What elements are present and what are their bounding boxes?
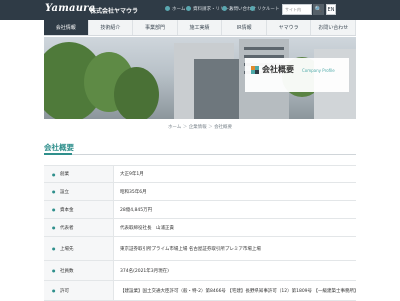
row-label: 許可 <box>60 288 69 294</box>
search-input[interactable]: サイト内 <box>282 4 312 15</box>
nav-item-contact[interactable]: お問い合わせ <box>311 20 357 35</box>
row-value: 東京証券取引所プライム市場上場 名古屋証券取引所プレミア市場上場 <box>120 246 261 252</box>
row-label: 設立 <box>60 189 69 195</box>
main-nav: 会社情報 技術紹介 事業部門 施工実績 IR情報 ヤマウラ お問い合わせ <box>44 20 357 36</box>
hero-title: 会社概要 <box>262 65 294 74</box>
breadcrumb-company-info[interactable]: 企業情報 <box>189 125 207 130</box>
title-divider-accent <box>44 153 72 155</box>
document-icon <box>186 6 191 11</box>
bullet-icon: ● <box>52 171 56 177</box>
top-link-recruit[interactable]: リクルート <box>250 6 279 12</box>
table-row: ● 上場先 東京証券取引所プライム市場上場 名古屋証券取引所プレミア市場上場 <box>44 237 356 261</box>
home-icon <box>165 6 170 11</box>
row-value: 【建設業】国土交通大臣許可（般・特-2）第8466号 【宅建】長野県知事許可（1… <box>120 288 356 294</box>
breadcrumb-home[interactable]: ホーム <box>168 125 181 130</box>
nav-item-technology[interactable]: 技術紹介 <box>89 20 134 35</box>
company-mark-icon <box>251 66 259 74</box>
bullet-icon: ● <box>52 268 56 273</box>
page-title: 会社概要 <box>44 143 74 152</box>
table-row: ● 創業 大正9年1月 <box>44 166 356 183</box>
row-label: 上場先 <box>60 246 74 252</box>
breadcrumb-current: 会社概要 <box>214 125 233 130</box>
mail-icon <box>222 6 227 11</box>
bullet-icon: ● <box>52 288 56 293</box>
company-logo[interactable]: Yamaura <box>45 3 95 16</box>
company-profile-table: ● 創業 大正9年1月 ● 設立 昭和35年6月 ● 資本金 28億4,845万円 ●… <box>44 165 356 301</box>
nav-item-ir[interactable]: IR情報 <box>222 20 267 35</box>
bullet-icon: ● <box>52 225 56 230</box>
nav-item-works[interactable]: 施工実績 <box>178 20 223 35</box>
top-link-home[interactable]: ホーム <box>165 6 185 12</box>
nav-item-yamaura[interactable]: ヤマウラ <box>267 20 312 35</box>
language-button[interactable]: EN <box>326 4 336 15</box>
title-divider <box>44 154 356 155</box>
row-value: 代表取締役社長 山浦正貴 <box>120 225 174 231</box>
breadcrumb-separator: ＞ <box>208 125 213 130</box>
row-label: 創業 <box>60 172 69 177</box>
bullet-icon: ● <box>52 246 56 251</box>
nav-item-company-info[interactable]: 会社情報 <box>44 20 89 35</box>
row-value: 374名(2021年3月現在) <box>120 268 169 274</box>
person-icon <box>250 6 255 11</box>
table-row: ● 社員数 374名(2021年3月現在) <box>44 261 356 281</box>
bullet-icon: ● <box>52 207 56 212</box>
top-bar: Yamaura 株式会社ヤマウラ ホーム 資料請求・リリース お問い合わせ リク… <box>0 0 400 20</box>
breadcrumb-separator: ＞ <box>182 125 188 130</box>
breadcrumb: ホーム ＞ 企業情報 ＞ 会社概要 <box>0 124 400 130</box>
row-label: 資本金 <box>60 207 74 213</box>
hero-subtitle: Company Profile <box>302 68 335 73</box>
search-button[interactable]: 🔍 <box>313 4 324 15</box>
bullet-icon: ● <box>52 189 56 194</box>
row-value: 昭和35年6月 <box>120 189 147 195</box>
table-row: ● 代表者 代表取締役社長 山浦正貴 <box>44 219 356 237</box>
table-row: ● 資本金 28億4,845万円 <box>44 201 356 219</box>
row-value: 28億4,845万円 <box>120 207 153 213</box>
row-label: 代表者 <box>60 225 74 231</box>
table-row: ● 設立 昭和35年6月 <box>44 183 356 201</box>
row-value: 大正9年1月 <box>120 172 144 177</box>
hero-title-card <box>245 58 349 92</box>
row-label: 社員数 <box>60 268 74 274</box>
company-name: 株式会社ヤマウラ <box>90 8 139 15</box>
table-row: ● 許可 【建設業】国土交通大臣許可（般・特-2）第8466号 【宅建】長野県知事… <box>44 281 356 301</box>
nav-item-business[interactable]: 事業部門 <box>133 20 178 35</box>
